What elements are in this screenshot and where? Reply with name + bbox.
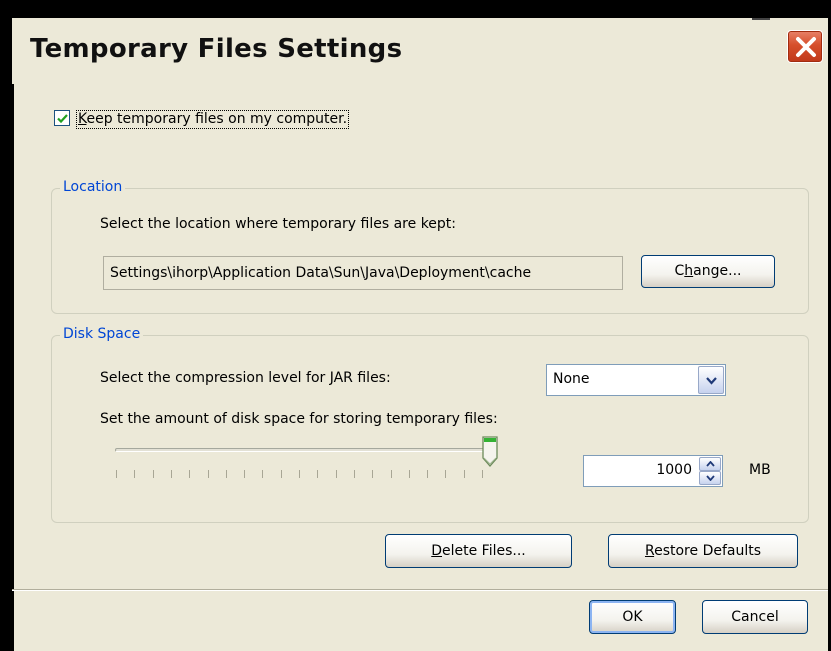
keep-files-checkbox[interactable] bbox=[54, 110, 70, 126]
disk-amount-prompt: Set the amount of disk space for storing… bbox=[100, 411, 498, 427]
title-bar[interactable]: Temporary Files Settings bbox=[12, 18, 828, 84]
slider-tick bbox=[189, 470, 191, 478]
slider-tick bbox=[335, 470, 337, 478]
slider-ticks bbox=[116, 470, 496, 480]
disk-amount-unit: MB bbox=[749, 462, 771, 478]
slider-tick bbox=[463, 470, 465, 478]
change-label-post: ange... bbox=[693, 263, 742, 279]
slider-tick bbox=[445, 470, 447, 478]
mnemonic-r: R bbox=[644, 543, 655, 559]
ok-button[interactable]: OK bbox=[589, 600, 676, 634]
disk-space-legend: Disk Space bbox=[60, 326, 144, 342]
slider-tick bbox=[372, 470, 374, 478]
location-legend: Location bbox=[60, 179, 126, 195]
slider-tick bbox=[408, 470, 410, 478]
delete-files-label: elete Files... bbox=[442, 543, 526, 559]
dropdown-button[interactable] bbox=[698, 366, 724, 394]
change-label-pre: C bbox=[674, 263, 685, 279]
cache-path-field[interactable]: Settings\ihorp\Application Data\Sun\Java… bbox=[103, 256, 623, 290]
mnemonic-h: h bbox=[684, 263, 694, 279]
slider-tick bbox=[427, 470, 429, 478]
slider-tick bbox=[280, 470, 282, 478]
slider-tick bbox=[207, 470, 209, 478]
title-bar-edge bbox=[752, 18, 770, 20]
chevron-up-icon bbox=[706, 461, 715, 467]
disk-space-slider-thumb[interactable] bbox=[481, 436, 499, 468]
restore-defaults-label: estore Defaults bbox=[654, 543, 762, 559]
slider-tick bbox=[482, 470, 483, 478]
checkmark-icon bbox=[57, 114, 68, 124]
compression-level-value: None bbox=[553, 371, 590, 387]
dialog-title: Temporary Files Settings bbox=[30, 34, 403, 64]
location-prompt: Select the location where temporary file… bbox=[100, 216, 457, 232]
slider-tick bbox=[353, 470, 355, 478]
disk-space-slider-track[interactable] bbox=[115, 448, 491, 452]
disk-amount-spinner[interactable] bbox=[699, 457, 721, 485]
cancel-button[interactable]: Cancel bbox=[702, 600, 808, 634]
restore-defaults-button[interactable]: Restore Defaults bbox=[608, 534, 798, 568]
location-group: Location bbox=[51, 179, 809, 314]
slider-tick bbox=[116, 470, 117, 478]
slider-tick bbox=[299, 470, 300, 478]
close-icon bbox=[796, 37, 816, 57]
slider-tick bbox=[262, 470, 264, 478]
slider-tick bbox=[170, 470, 172, 478]
disk-amount-value: 1000 bbox=[656, 462, 692, 478]
chevron-down-icon bbox=[706, 377, 717, 385]
compression-level-select[interactable]: None bbox=[546, 364, 726, 396]
keep-files-label[interactable]: Keep temporary files on my computer. bbox=[76, 110, 350, 129]
slider-tick bbox=[152, 470, 154, 478]
slider-tick bbox=[225, 470, 227, 478]
temporary-files-settings-dialog: Temporary Files Settings Keep temporary … bbox=[12, 18, 828, 651]
change-button[interactable]: Change... bbox=[641, 255, 775, 288]
keep-files-label-text: eep temporary files on my computer. bbox=[86, 111, 348, 127]
delete-files-button[interactable]: Delete Files... bbox=[385, 534, 572, 568]
window-edge bbox=[12, 18, 14, 651]
slider-tick bbox=[244, 470, 246, 478]
spin-down-button[interactable] bbox=[699, 471, 721, 485]
mnemonic-d: D bbox=[431, 543, 443, 559]
compression-prompt: Select the compression level for JAR fil… bbox=[100, 370, 391, 386]
close-button[interactable] bbox=[787, 30, 823, 63]
disk-amount-field[interactable]: 1000 bbox=[583, 455, 723, 487]
slider-tick bbox=[317, 470, 319, 478]
spin-up-button[interactable] bbox=[699, 457, 721, 471]
slider-tick bbox=[390, 470, 392, 478]
chevron-down-icon bbox=[706, 475, 715, 481]
slider-tick bbox=[134, 470, 136, 478]
footer-divider-highlight bbox=[12, 590, 828, 591]
